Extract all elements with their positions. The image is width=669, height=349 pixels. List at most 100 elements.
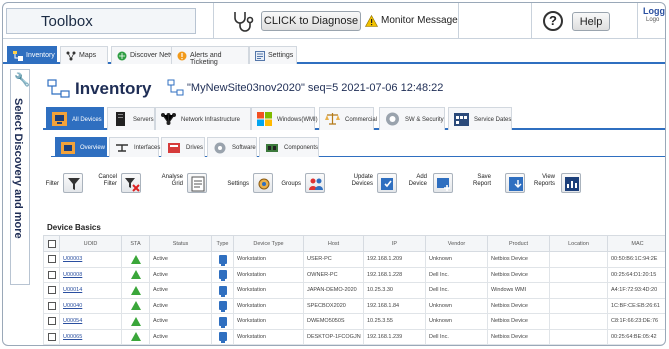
column-header[interactable]: IP (363, 235, 426, 252)
column-header[interactable]: Location (549, 235, 608, 252)
diagnose-button[interactable]: CLICK to Diagnose (261, 11, 361, 31)
table-row[interactable]: U00065 Active Workstation DESKTOP-1FCOGJ… (43, 328, 665, 345)
view-reports-button[interactable] (561, 173, 581, 193)
label-line: Add (416, 174, 427, 180)
tab-label: Network Infrastructure (181, 117, 241, 123)
host-cell: SPECBOX2020 (303, 297, 364, 314)
location-cell (549, 282, 608, 299)
update-devices-button[interactable] (377, 173, 397, 193)
analyse-icon (191, 176, 205, 192)
tab-servers[interactable]: Servers (107, 107, 155, 130)
cancel-filter-button[interactable] (121, 173, 141, 193)
tab-sw-security[interactable]: SW & Security (379, 107, 445, 130)
tab-components[interactable]: Components (259, 137, 319, 157)
tab-interfaces[interactable]: Interfaces (109, 137, 160, 157)
row-checkbox[interactable] (47, 301, 56, 310)
vendor-cell: Unknown (425, 251, 488, 268)
row-select-cell[interactable] (43, 251, 60, 268)
uoid-cell[interactable]: U00008 (59, 266, 122, 283)
uoid-link[interactable]: U00040 (63, 303, 82, 309)
uoid-cell[interactable]: U00054 (59, 313, 122, 330)
column-header[interactable]: Product (487, 235, 550, 252)
tab-alerts[interactable]: Alerts and Ticketing (171, 46, 249, 66)
uoid-link[interactable]: U00065 (63, 334, 82, 340)
type-cell (211, 282, 234, 299)
column-header[interactable]: STA (121, 235, 150, 252)
gear-icon (258, 178, 270, 190)
row-select-cell[interactable] (43, 266, 60, 283)
row-select-cell[interactable] (43, 297, 60, 314)
all-devices-icon (52, 112, 67, 126)
tab-drives[interactable]: Drives (161, 137, 205, 157)
add-device-button[interactable] (433, 173, 453, 193)
row-checkbox[interactable] (47, 317, 56, 326)
tab-commercial[interactable]: Commercial (319, 107, 377, 130)
save-report-button[interactable] (505, 173, 525, 193)
uoid-cell[interactable]: U00014 (59, 282, 122, 299)
analyse-grid-label: Analyse Grid (155, 174, 183, 188)
tab-service-dates[interactable]: Service Dates (448, 107, 512, 130)
column-header[interactable]: Host (303, 235, 364, 252)
table-row[interactable]: U00014 Active Workstation JAPAN-DEMO-202… (43, 282, 665, 299)
uoid-link[interactable]: U00003 (63, 256, 82, 262)
tab-network-infrastructure[interactable]: Network Infrastructure (155, 107, 251, 130)
tab-label: Windows(WMI) (277, 117, 318, 123)
uoid-link[interactable]: U00014 (63, 287, 82, 293)
tab-windows-wmi[interactable]: Windows(WMI) (251, 107, 318, 130)
select-all-checkbox[interactable] (47, 239, 56, 248)
row-checkbox[interactable] (47, 286, 56, 295)
help-button[interactable]: Help (572, 12, 610, 31)
column-header[interactable]: Type (211, 235, 234, 252)
row-select-cell[interactable] (43, 282, 60, 299)
monitor-message[interactable]: Monitor Message (381, 15, 458, 26)
tab-all-devices[interactable]: All Devices (46, 107, 104, 130)
type-cell (211, 313, 234, 330)
column-header[interactable]: Vendor (425, 235, 488, 252)
column-header[interactable]: UOID (59, 235, 122, 252)
view-reports-icon (565, 177, 579, 191)
workstation-icon (218, 270, 227, 282)
help-icon[interactable]: ? (543, 11, 563, 31)
filter-label: Filter (45, 181, 59, 187)
column-header[interactable]: MAC (607, 235, 665, 252)
groups-button[interactable] (305, 173, 325, 193)
table-row[interactable]: U00040 Active Workstation SPECBOX2020 19… (43, 297, 665, 314)
column-header[interactable]: Status (149, 235, 212, 252)
tab-overview[interactable]: Overview (55, 137, 107, 157)
cancel-filter-label: Cancel Filter (91, 174, 117, 188)
table-row[interactable]: U00003 Active Workstation USER-PC 192.16… (43, 251, 665, 268)
filter-button[interactable] (63, 173, 83, 193)
select-all-cell[interactable] (43, 235, 60, 252)
row-select-cell[interactable] (43, 313, 60, 330)
row-checkbox[interactable] (47, 255, 56, 264)
row-select-cell[interactable] (43, 328, 60, 345)
logout-link[interactable]: Logo (646, 17, 659, 23)
uoid-cell[interactable]: U00003 (59, 251, 122, 268)
tab-label: Maps (79, 52, 97, 59)
filter-icon (68, 178, 80, 190)
row-checkbox[interactable] (47, 332, 56, 341)
uoid-cell[interactable]: U00040 (59, 297, 122, 314)
row-checkbox[interactable] (47, 270, 56, 279)
label-line: Reports (533, 181, 555, 187)
label-line: Filter (103, 181, 117, 187)
status-up-icon (130, 316, 141, 326)
status-text: Active (149, 297, 212, 314)
uoid-link[interactable]: U00008 (63, 272, 82, 278)
table-row[interactable]: U00054 Active Workstation DWEMO5050S 10.… (43, 313, 665, 330)
settings-button[interactable] (253, 173, 273, 193)
uoid-link[interactable]: U00054 (63, 318, 82, 324)
select-discovery-panel[interactable]: 🔧 Select Discovery and more (10, 69, 30, 285)
page-title: Inventory (75, 79, 152, 98)
location-cell (549, 328, 608, 345)
uoid-cell[interactable]: U00065 (59, 328, 122, 345)
tab-maps[interactable]: Maps (60, 46, 108, 64)
table-row[interactable]: U00008 Active Workstation OWNER-PC 192.1… (43, 266, 665, 283)
analyse-grid-button[interactable] (187, 173, 207, 193)
product-cell: Netbios Device (487, 251, 550, 268)
tab-software[interactable]: Software (207, 137, 257, 157)
column-header[interactable]: Device Type (233, 235, 304, 252)
main-tabs: Inventory Maps Discover Network Alerts a… (3, 45, 665, 66)
tab-settings[interactable]: Settings (249, 46, 297, 64)
tab-inventory[interactable]: Inventory (7, 46, 57, 64)
